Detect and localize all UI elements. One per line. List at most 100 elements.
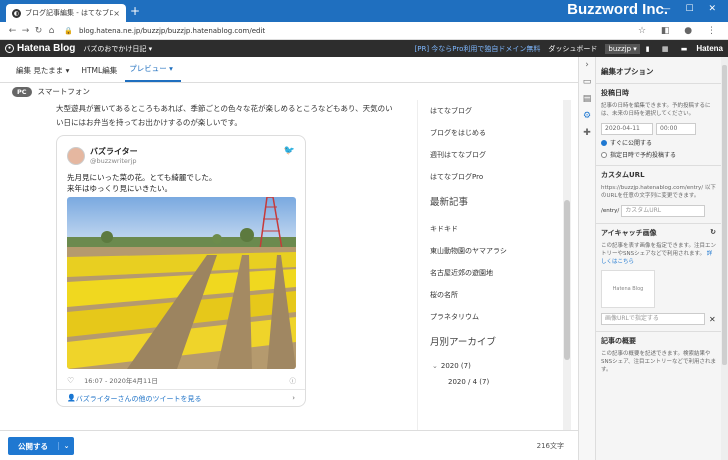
- lock-icon: 🔒: [64, 26, 73, 35]
- summary-section: 記事の概要 この記事の概要を記述できます。検索結果やSNSシェア、注目エントリー…: [596, 332, 721, 380]
- archive-year[interactable]: ⌄ 2020 (7): [418, 358, 560, 374]
- window-controls[interactable]: — ☐ ✕: [662, 4, 722, 14]
- tab-preview[interactable]: プレビュー ▾: [125, 63, 181, 82]
- home-icon[interactable]: ⌂: [45, 26, 58, 36]
- sidebar-link[interactable]: 週刊はてなブログ: [418, 144, 560, 166]
- url-text: blog.hatena.ne.jp/buzzjp/buzzjp.hatenabl…: [78, 26, 266, 35]
- browser-toolbar-icons[interactable]: ☆ ◧ ● ⋮: [638, 26, 722, 36]
- image-url-input[interactable]: 画像URLで指定する: [601, 313, 705, 325]
- scrollbar-thumb[interactable]: [564, 200, 570, 360]
- recent-post-item[interactable]: 桜の名所: [418, 284, 560, 306]
- logo-icon: ●: [5, 44, 14, 53]
- tab-html-edit[interactable]: HTML編集: [77, 65, 125, 82]
- thumbnail-label: Hatena Blog: [612, 286, 644, 292]
- schedule-radio[interactable]: 指定日時で予約投稿する: [601, 150, 716, 159]
- user-menu[interactable]: buzzjp ▾: [605, 43, 640, 54]
- tab-edit-label: 編集: [16, 66, 31, 75]
- gear-icon[interactable]: ⚙: [579, 108, 595, 125]
- tweet-more-link[interactable]: 👤 バズライターさんの他のツイートを見る ›: [57, 389, 305, 408]
- radio-icon: [601, 151, 607, 158]
- pc-mode-badge[interactable]: PC: [12, 86, 32, 97]
- chevron-down-icon: ▾: [169, 64, 173, 73]
- tab-close-icon[interactable]: ×: [113, 9, 120, 18]
- archive-heading: 月別アーカイブ: [430, 337, 496, 348]
- custom-url-desc: https://buzzjp.hatenablog.com/entry/ 以下の…: [601, 185, 716, 199]
- tab-edit[interactable]: 編集 見たまま ▾: [12, 65, 77, 82]
- editor-tabs: 編集 見たまま ▾ HTML編集 プレビュー ▾: [0, 57, 578, 83]
- hatena-blog-logo[interactable]: ● Hatena Blog: [5, 43, 75, 54]
- recent-post-item[interactable]: 名古屋近郊の遊園地: [418, 262, 560, 284]
- address-bar: ← → ↻ ⌂ 🔒 blog.hatena.ne.jp/buzzjp/buzzj…: [0, 22, 728, 40]
- more-tweets-label: バズライターさんの他のツイートを見る: [75, 395, 202, 403]
- options-icon-strip: › ▭ ▤ ⚙ ✚: [578, 57, 595, 460]
- tweet-line-2: 来年はゆっくり見にいきたい。: [67, 184, 172, 193]
- blog-name: バズのおでかけ日記: [83, 44, 147, 53]
- recent-post-item[interactable]: 東山動物園のヤマアラシ: [418, 240, 560, 262]
- browser-tab[interactable]: ◐ ブログ記事編集 - はてなブログ ×: [6, 4, 126, 22]
- chevron-right-icon[interactable]: ›: [579, 57, 595, 74]
- tab-title: ブログ記事編集 - はてなブログ: [25, 9, 114, 17]
- character-count: 216文字: [536, 442, 564, 450]
- sidebar-link[interactable]: はてなブログPro: [418, 166, 560, 188]
- hatena-header: ● Hatena Blog バズのおでかけ日記 ▾ [PR] 今ならPro利用で…: [0, 40, 728, 57]
- options-title: 編集オプション: [596, 57, 721, 84]
- browser-titlebar: ◐ ブログ記事編集 - はてなブログ × + Buzzword Inc. — ☐…: [0, 0, 728, 22]
- twitter-bird-icon[interactable]: 🐦: [284, 146, 295, 156]
- chevron-down-icon: ⌄: [432, 362, 438, 370]
- hatena-favicon-icon: ◐: [12, 8, 21, 18]
- heart-icon[interactable]: ♡: [67, 376, 74, 385]
- forward-icon[interactable]: →: [19, 26, 32, 36]
- refresh-icon[interactable]: ↻: [710, 228, 716, 238]
- plus-icon[interactable]: ✚: [579, 125, 595, 142]
- hatena-logo[interactable]: Hatena: [696, 44, 723, 53]
- chevron-down-icon[interactable]: ⌄: [58, 442, 74, 450]
- chevron-down-icon: ▾: [148, 44, 153, 53]
- tweet-timestamp[interactable]: 16:07 - 2020年4月11日: [84, 375, 158, 385]
- publish-button[interactable]: 公開する ⌄: [8, 437, 74, 455]
- eyecatch-section: アイキャッチ画像 ↻ この記事を表す画像を指定できます。注目エントリーやSNSシ…: [596, 224, 721, 332]
- scrollbar-thumb[interactable]: [722, 65, 727, 365]
- preview-area: 大型遊具が置いてあるところもあれば、季節ごとの色々な花が楽しめるところなどもあり…: [0, 100, 578, 430]
- folder-icon[interactable]: ▤: [579, 91, 595, 108]
- brand-watermark: Buzzword Inc.: [567, 1, 668, 18]
- embedded-tweet[interactable]: バズライター @buzzwriterjp 🐦 先月見にいった菜の花。とても綺麗で…: [56, 135, 306, 407]
- tweet-text: 先月見にいった菜の花。とても綺麗でした。 来年はゆっくり見にいきたい。: [67, 172, 216, 194]
- logo-text: Hatena Blog: [17, 43, 76, 54]
- custom-url-input[interactable]: カスタムURL: [621, 205, 706, 217]
- comment-icon[interactable]: ▭: [579, 74, 595, 91]
- dashboard-link[interactable]: ダッシュボード: [548, 44, 597, 54]
- archive-month[interactable]: 2020 / 4 (7): [418, 374, 560, 390]
- tweet-author-handle[interactable]: @buzzwriterjp: [90, 157, 138, 165]
- pro-promo-link[interactable]: [PR] 今ならPro利用で独自ドメイン無料: [415, 44, 541, 54]
- eyecatch-heading: アイキャッチ画像: [601, 229, 657, 237]
- new-tab-button[interactable]: +: [130, 4, 140, 18]
- sidebar-link[interactable]: ブログをはじめる: [418, 122, 560, 144]
- close-icon[interactable]: ✕: [709, 315, 716, 324]
- options-scrollbar[interactable]: [721, 57, 728, 460]
- tweet-meta: ♡ 16:07 - 2020年4月11日 ⓘ: [67, 375, 297, 386]
- tweet-author-name[interactable]: バズライター: [90, 146, 138, 157]
- eyecatch-thumbnail[interactable]: Hatena Blog: [601, 270, 655, 308]
- tweet-photo[interactable]: [67, 197, 296, 369]
- header-icons[interactable]: ▮ ▦ ▬: [646, 45, 693, 53]
- radio-selected-icon: [601, 139, 607, 146]
- info-icon[interactable]: ⓘ: [290, 375, 297, 385]
- preview-scrollbar[interactable]: [563, 100, 571, 430]
- sidebar-link[interactable]: はてなブログ: [418, 100, 560, 122]
- blog-selector[interactable]: バズのおでかけ日記 ▾: [83, 44, 414, 54]
- back-icon[interactable]: ←: [6, 26, 19, 36]
- avatar[interactable]: [67, 146, 85, 165]
- smartphone-mode-link[interactable]: スマートフォン: [38, 86, 90, 97]
- date-input[interactable]: 2020-04-11: [601, 123, 653, 135]
- recent-post-item[interactable]: プラネタリウム: [418, 306, 560, 328]
- reload-icon[interactable]: ↻: [32, 26, 45, 36]
- post-date-section: 投稿日時 記事の日時を編集できます。予約投稿するには、未来の日時を選択してくださ…: [596, 84, 721, 166]
- recent-post-item[interactable]: キドキド: [418, 218, 560, 240]
- url-field[interactable]: 🔒 blog.hatena.ne.jp/buzzjp/buzzjp.hatena…: [64, 27, 638, 35]
- time-input[interactable]: 00:00: [656, 123, 696, 135]
- publish-now-radio[interactable]: すぐに公開する: [601, 138, 716, 147]
- schedule-label: 指定日時で予約投稿する: [610, 152, 677, 159]
- tab-edit-mode: 見たまま: [33, 66, 64, 75]
- editor-bottom-bar: 公開する ⌄ 216文字: [0, 430, 578, 460]
- recent-posts-heading: 最新記事: [430, 197, 469, 208]
